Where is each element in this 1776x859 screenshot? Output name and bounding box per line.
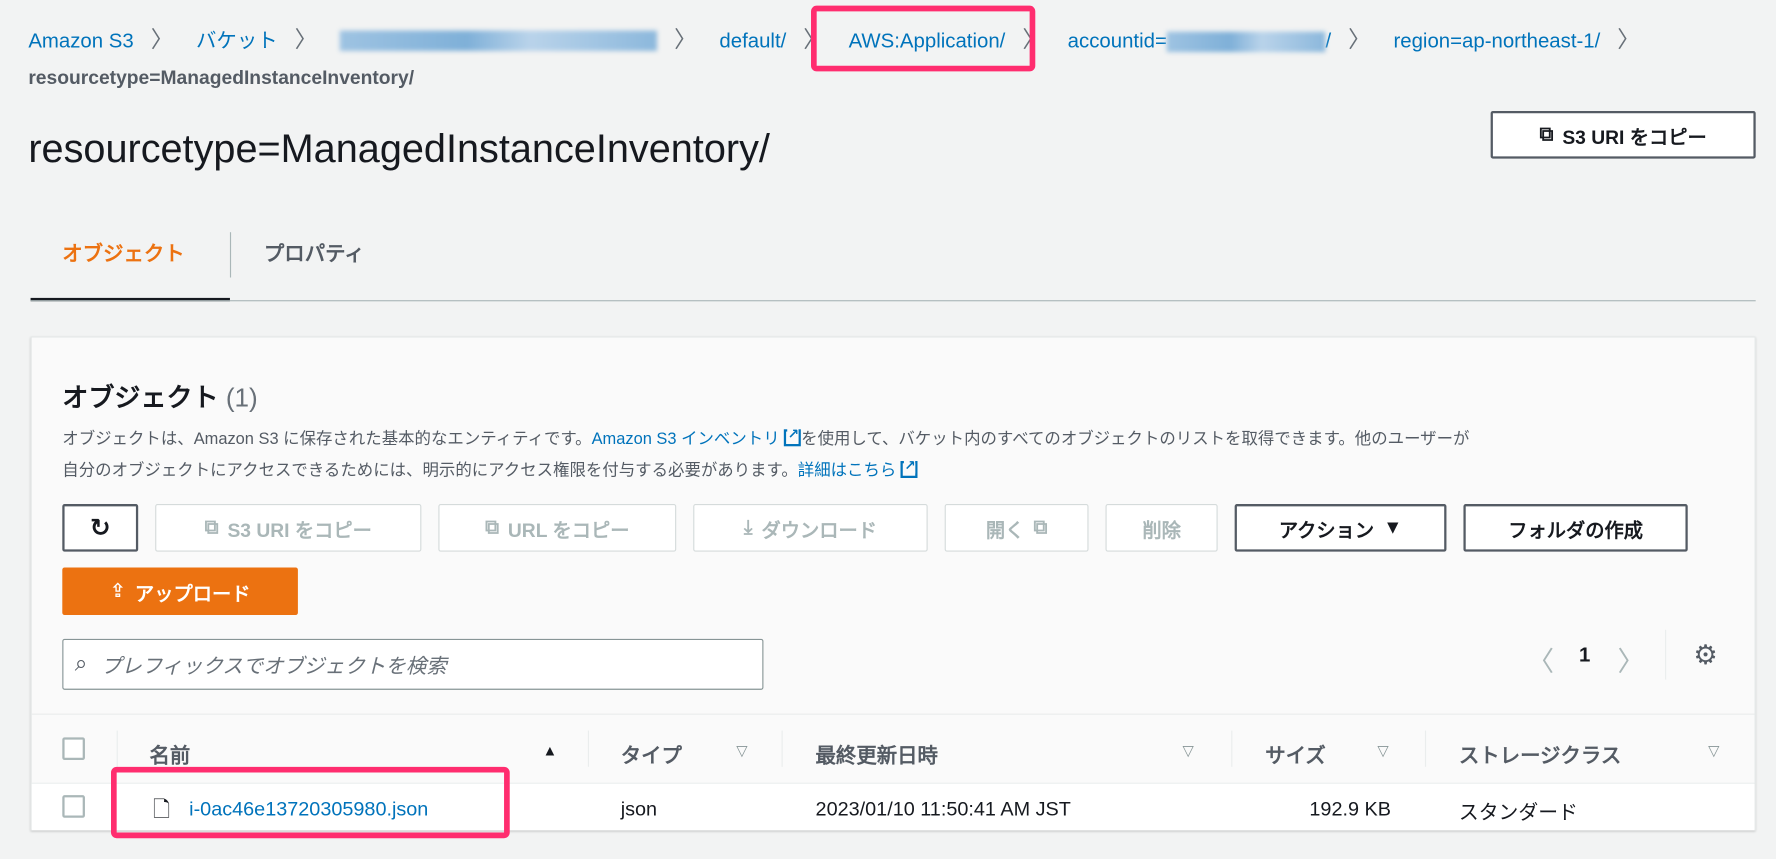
sort-icon[interactable]: ▽ — [1183, 742, 1194, 760]
next-page-icon[interactable]: 〉 — [1617, 639, 1644, 679]
tab-border — [30, 300, 1756, 302]
copy-icon: ⧉ — [485, 516, 499, 539]
delete-button[interactable]: 削除 — [1105, 504, 1218, 552]
chevron-right-icon: 〉 — [294, 28, 318, 53]
column-separator — [587, 730, 590, 767]
chevron-right-icon: 〉 — [674, 28, 697, 53]
copy-s3-uri-button[interactable]: ⧉ S3 URI をコピー — [1490, 111, 1756, 159]
label: 削除 — [1142, 519, 1181, 541]
inventory-link-label: Amazon S3 インベントリ — [591, 430, 780, 449]
objects-heading-label: オブジェクト — [62, 382, 219, 413]
sort-icon[interactable]: ▽ — [1377, 742, 1388, 760]
accountid-redacted — [1166, 31, 1326, 52]
label: アップロード — [134, 582, 251, 605]
copy-s3-uri-button-disabled[interactable]: ⧉ S3 URI をコピー — [155, 504, 422, 552]
chevron-right-icon: 〉 — [1348, 28, 1371, 53]
open-button[interactable]: 開く ⧉ — [944, 504, 1089, 552]
tab-divider — [229, 232, 232, 278]
create-folder-button[interactable]: フォルダの作成 — [1463, 504, 1688, 552]
copy-icon: ⧉ — [1539, 123, 1554, 145]
row-checkbox[interactable] — [62, 795, 85, 818]
object-type: json — [620, 797, 658, 821]
label: アクション — [1278, 519, 1375, 541]
copy-icon: ⧉ — [204, 516, 219, 539]
crumb-s3[interactable]: Amazon S3 — [28, 24, 133, 59]
page-number[interactable]: 1 — [1579, 643, 1590, 667]
label: ダウンロード — [761, 519, 877, 541]
object-size: 192.9 KB — [1309, 797, 1391, 821]
external-link-icon: ⧉ — [1033, 516, 1048, 539]
external-link-icon — [784, 425, 802, 447]
learn-more-link[interactable]: 詳細はこちら — [797, 457, 918, 481]
download-button[interactable]: ⤓ ダウンロード — [693, 504, 928, 552]
highlight-box — [111, 766, 510, 839]
copy-url-button[interactable]: ⧉ URL をコピー — [438, 504, 677, 552]
upload-button[interactable]: ⇪ アップロード — [62, 567, 298, 616]
objects-heading: オブジェクト (1) — [62, 376, 257, 415]
refresh-icon: ↻ — [89, 513, 111, 542]
objects-count: (1) — [225, 382, 258, 413]
label: フォルダの作成 — [1508, 519, 1643, 541]
tab-properties[interactable]: プロパティ — [264, 238, 365, 267]
search-icon: ⌕ — [74, 651, 88, 677]
caret-down-icon: ▼ — [1383, 516, 1403, 539]
search-placeholder: プレフィックスでオブジェクトを検索 — [101, 654, 447, 677]
object-modified: 2023/01/10 11:50:41 AM JST — [815, 797, 1071, 821]
actions-dropdown[interactable]: アクション ▼ — [1234, 504, 1447, 552]
divider — [1665, 629, 1667, 680]
label: S3 URI をコピー — [227, 519, 372, 541]
learn-more-label: 詳細はこちら — [797, 462, 897, 481]
sort-ascending-icon[interactable]: ▲ — [543, 742, 558, 759]
select-all-checkbox[interactable] — [62, 737, 85, 761]
crumb-region[interactable]: region=ap-northeast-1/ — [1393, 24, 1600, 59]
chevron-right-icon: 〉 — [150, 28, 174, 53]
column-separator — [1424, 730, 1427, 767]
desc-text: オブジェクトは、Amazon S3 に保存された基本的なエンティティです。 — [62, 430, 592, 449]
desc-text: を使用して、バケット内のすべてのオブジェクトのリストを取得できます。他のユーザー… — [801, 430, 1470, 449]
sort-icon[interactable]: ▽ — [1708, 742, 1719, 760]
column-header-storage-class[interactable]: ストレージクラス — [1459, 740, 1621, 769]
crumb-buckets[interactable]: バケット — [196, 24, 278, 59]
gear-icon[interactable]: ⚙ — [1693, 639, 1717, 672]
external-link-icon — [900, 457, 918, 478]
prev-page-icon[interactable]: 〈 — [1527, 639, 1554, 679]
column-separator — [1231, 730, 1233, 767]
tab-objects[interactable]: オブジェクト — [62, 238, 184, 267]
column-header-modified[interactable]: 最終更新日時 — [816, 740, 938, 769]
column-header-type[interactable]: タイプ — [621, 740, 682, 769]
column-header-name[interactable]: 名前 — [150, 740, 191, 769]
label: URL をコピー — [507, 519, 630, 541]
description-line2: 自分のオブジェクトにアクセスできるためには、明示的にアクセス権限を付与する必要が… — [62, 457, 918, 482]
crumb-current: resourcetype=ManagedInstanceInventory/ — [28, 66, 415, 89]
description-line1: オブジェクトは、Amazon S3 に保存された基本的なエンティティです。Ama… — [62, 425, 1470, 450]
column-separator — [781, 730, 783, 767]
crumb-accountid-label: accountid= — [1067, 29, 1167, 53]
download-icon: ⤓ — [743, 516, 753, 539]
copy-s3-uri-label: S3 URI をコピー — [1562, 126, 1707, 148]
search-input[interactable]: ⌕ プレフィックスでオブジェクトを検索 — [62, 638, 764, 690]
highlight-box — [811, 5, 1036, 72]
crumb-default[interactable]: default/ — [719, 24, 786, 59]
inventory-link[interactable]: Amazon S3 インベントリ — [591, 425, 802, 449]
label: 開く — [985, 519, 1025, 541]
crumb-accountid[interactable]: accountid= / — [1068, 23, 1331, 59]
column-header-size[interactable]: サイズ — [1265, 740, 1326, 769]
refresh-button[interactable]: ↻ — [62, 504, 139, 552]
crumb-slash: / — [1325, 29, 1332, 53]
page-title: resourcetype=ManagedInstanceInventory/ — [28, 126, 770, 172]
crumb-bucket-redacted[interactable] — [339, 30, 658, 52]
column-separator — [116, 730, 118, 767]
chevron-right-icon: 〉 — [1617, 28, 1640, 53]
object-storage-class: スタンダード — [1458, 800, 1578, 824]
desc-text: 自分のオブジェクトにアクセスできるためには、明示的にアクセス権限を付与する必要が… — [62, 462, 798, 481]
sort-icon[interactable]: ▽ — [736, 742, 747, 760]
objects-panel: オブジェクト (1) オブジェクトは、Amazon S3 に保存された基本的なエ… — [30, 336, 1756, 831]
upload-icon: ⇪ — [109, 579, 126, 602]
